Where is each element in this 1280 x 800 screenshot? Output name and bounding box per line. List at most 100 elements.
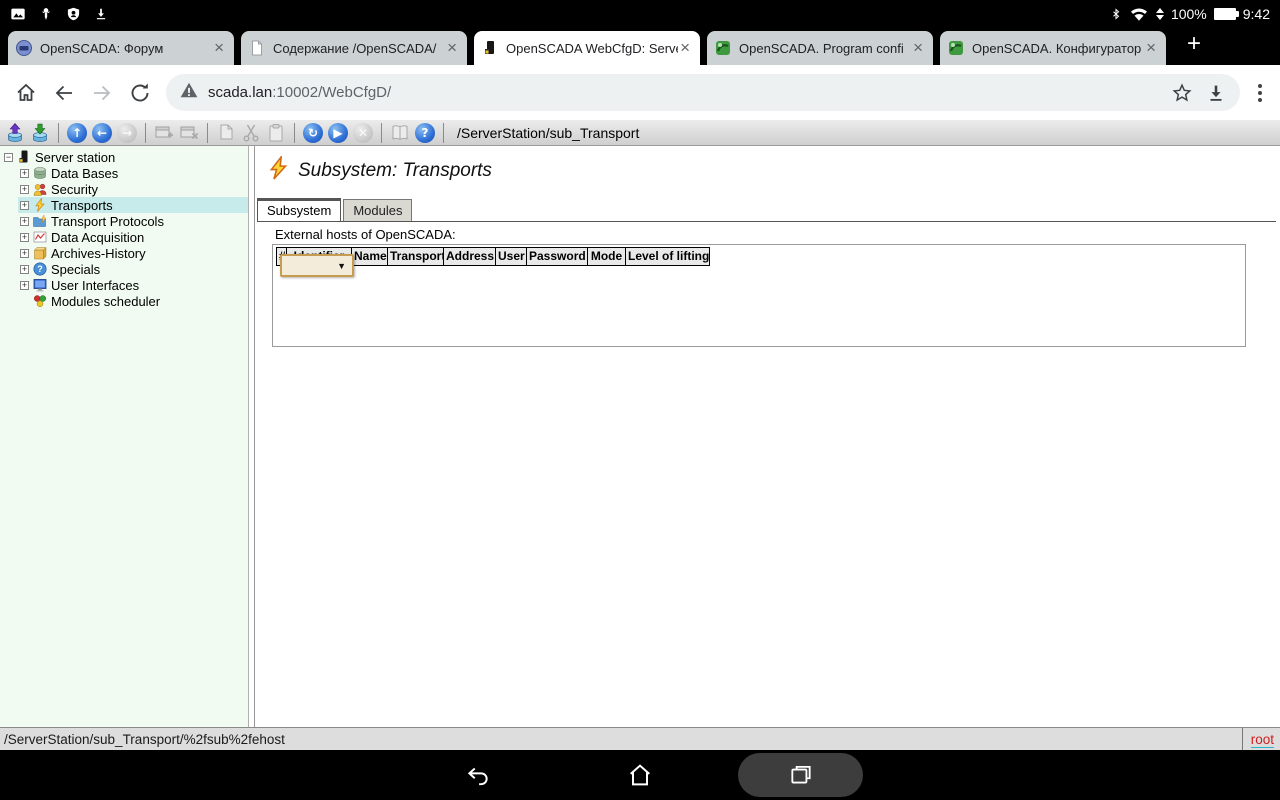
battery-icon [1214,8,1236,20]
start-periodic-update-button[interactable]: ▶ [328,123,348,143]
user-interfaces-icon [33,278,47,292]
home-button[interactable] [14,81,38,105]
forward-button-disabled[interactable] [90,81,114,105]
tab-forum[interactable]: OpenSCADA: Форум × [8,31,234,65]
tree-node-user-interfaces[interactable]: + User Interfaces [2,277,248,293]
save-to-db-button[interactable] [30,123,50,143]
tab-close-icon[interactable]: × [445,40,459,56]
tree-node-label[interactable]: Data Acquisition [49,230,146,245]
expand-icon[interactable]: + [20,185,29,194]
tab-subsystem[interactable]: Subsystem [257,198,341,221]
tab-program-config[interactable]: OpenSCADA. Program confi × [707,31,933,65]
android-nav-bar [0,750,1280,800]
page-title-text: Subsystem: Transports [298,160,492,182]
webcfgd-content: − Server station + Data Bases + Security… [0,146,1280,727]
transport-protocols-icon [33,214,47,228]
expand-icon[interactable]: + [20,281,29,290]
tree-node-specials[interactable]: + ? Specials [2,261,248,277]
tree-node-label[interactable]: Transports [49,198,115,213]
tree-node-label[interactable]: Archives-History [49,246,148,261]
identifier-edit-combobox[interactable]: ▼ [280,254,354,277]
status-system-icons: 100% 9:42 [1110,6,1270,22]
tab-title: OpenSCADA. Program confi [739,41,911,56]
expand-icon[interactable]: + [20,201,29,210]
current-node-path: /ServerStation/sub_Transport [457,125,639,141]
column-header[interactable]: Name [351,247,388,266]
tree-node-server-station[interactable]: − Server station [2,149,248,165]
tab-close-icon[interactable]: × [212,40,226,56]
url-text[interactable]: scada.lan:10002/WebCfgD/ [208,84,1160,101]
android-home-button[interactable] [618,753,662,797]
site-warning-icon[interactable] [180,82,198,103]
tree-node-modules-scheduler[interactable]: Modules scheduler [2,293,248,309]
go-up-button[interactable]: ↑ [67,123,87,143]
column-header[interactable]: Level of lifting [625,247,710,266]
bookmark-star-icon[interactable] [1170,81,1194,105]
main-panel: Subsystem: Transports Subsystem Modules … [255,146,1280,727]
tree-node-data-acquisition[interactable]: + Data Acquisition [2,229,248,245]
tree-node-label[interactable]: Data Bases [49,166,120,181]
column-header[interactable]: Transport [387,247,444,266]
tab-configurator[interactable]: OpenSCADA. Конфигуратор × [940,31,1166,65]
expand-icon[interactable]: + [20,169,29,178]
tab-close-icon[interactable]: × [678,40,692,56]
tree-node-data-bases[interactable]: + Data Bases [2,165,248,181]
go-previous-button[interactable]: ← [92,123,112,143]
expand-icon[interactable]: + [20,265,29,274]
url-path: :10002/WebCfgD/ [272,84,391,101]
tree-node-label[interactable]: Modules scheduler [49,294,162,309]
data-acquisition-icon [33,230,47,244]
stop-periodic-update-button-disabled[interactable]: ✕ [353,123,373,143]
tree-node-label[interactable]: Server station [33,150,117,165]
tab-close-icon[interactable]: × [911,40,925,56]
page-title: Subsystem: Transports [267,156,1280,186]
reload-button[interactable] [128,81,152,105]
webcfgd-status-bar: /ServerStation/sub_Transport/%2fsub%2feh… [0,727,1280,750]
copy-item-button-disabled[interactable] [216,123,236,143]
expand-icon[interactable]: + [20,233,29,242]
tab-close-icon[interactable]: × [1144,40,1158,56]
cut-item-button-disabled[interactable] [241,123,261,143]
tree-node-label[interactable]: Specials [49,262,102,277]
tree-node-archives-history[interactable]: + Archives-History [2,245,248,261]
toolbar-separator [381,123,382,143]
new-tab-button[interactable]: + [1187,30,1201,58]
tab-webcfgd-active[interactable]: OpenSCADA WebCfgD: Serve × [474,31,700,65]
tree-node-transport-protocols[interactable]: + Transport Protocols [2,213,248,229]
tree-node-label[interactable]: User Interfaces [49,278,141,293]
tab-modules[interactable]: Modules [343,199,412,221]
current-user-link[interactable]: root [1251,732,1274,748]
status-path-text: /ServerStation/sub_Transport/%2fsub%2feh… [4,732,285,747]
usb-debug-icon [39,6,53,22]
android-back-button[interactable] [456,753,500,797]
load-from-db-button[interactable] [5,123,25,143]
column-header[interactable]: Password [526,247,588,266]
expand-icon[interactable]: + [20,249,29,258]
android-recents-button[interactable] [738,753,863,797]
column-header[interactable]: User [495,247,527,266]
back-button[interactable] [52,81,76,105]
collapse-icon[interactable]: − [4,153,13,162]
refresh-item-button[interactable]: ↻ [303,123,323,143]
expand-icon[interactable]: + [20,217,29,226]
column-header[interactable]: Mode [587,247,626,266]
delete-item-button-disabled[interactable] [179,123,199,143]
security-icon [33,182,47,196]
help-button[interactable]: ? [415,123,435,143]
external-hosts-table: # Identifier Name Transport Address User… [272,244,1246,347]
download-button[interactable] [1204,81,1228,105]
tab-docs[interactable]: Содержание /OpenSCADA/ × [241,31,467,65]
address-bar[interactable]: scada.lan:10002/WebCfgD/ [166,74,1240,111]
manual-button-disabled[interactable] [390,123,410,143]
tree-node-label[interactable]: Security [49,182,100,197]
browser-menu-button[interactable] [1254,84,1266,102]
paste-item-button-disabled[interactable] [266,123,286,143]
go-next-button-disabled[interactable]: → [117,123,137,143]
toolbar-separator [207,123,208,143]
tree-node-transports-selected[interactable]: + Transports [2,197,248,213]
tree-node-security[interactable]: + Security [2,181,248,197]
chevron-down-icon[interactable]: ▼ [337,261,346,271]
column-header[interactable]: Address [443,247,496,266]
tree-node-label[interactable]: Transport Protocols [49,214,166,229]
add-item-button-disabled[interactable] [154,123,174,143]
